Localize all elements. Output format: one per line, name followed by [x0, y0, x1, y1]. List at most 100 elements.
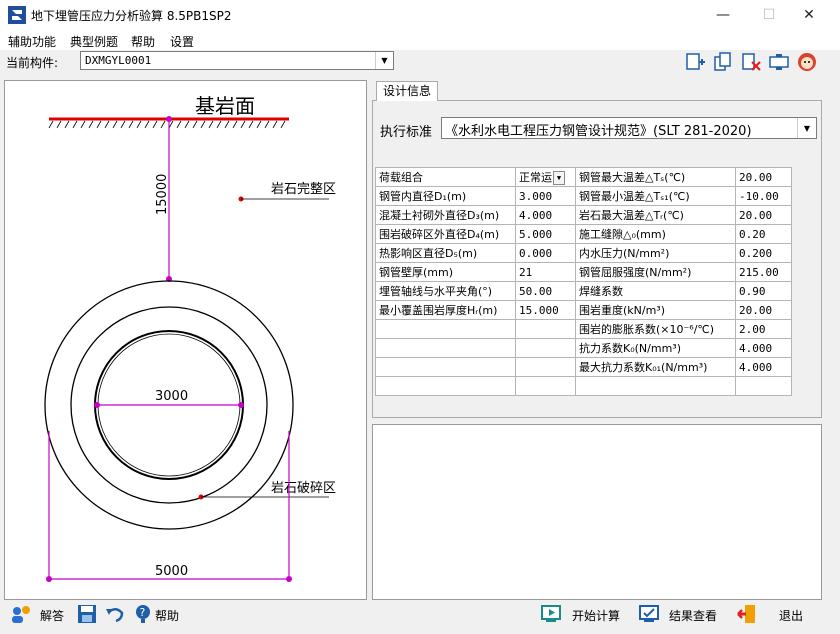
- current-component-value: DXMGYL0001: [85, 54, 152, 67]
- param-label: 热影响区直径D₅(m): [375, 243, 516, 263]
- param-value-input[interactable]: 4.000: [735, 357, 792, 377]
- param-value-input[interactable]: 20.00: [735, 167, 792, 187]
- param-value-input[interactable]: [515, 357, 576, 377]
- param-value-input[interactable]: 215.00: [735, 262, 792, 282]
- param-label: 钢管屈服强度(N/mm²): [575, 262, 736, 282]
- current-component-select[interactable]: DXMGYL0001 ▼: [80, 51, 394, 70]
- param-value-input-text: 215.00: [739, 265, 779, 279]
- param-value-input[interactable]: [515, 338, 576, 358]
- param-label: 钢管最大温差△Tₛ(℃): [575, 167, 736, 187]
- minimize-button[interactable]: —: [700, 0, 746, 30]
- delete-file-icon[interactable]: [740, 52, 762, 72]
- param-label-text: 热影响区直径D₅(m): [379, 247, 478, 260]
- param-value-input[interactable]: 0.200: [735, 243, 792, 263]
- outer-diameter-label: 5000: [155, 564, 188, 579]
- param-value-input[interactable]: 15.000: [515, 300, 576, 320]
- help-icon[interactable]: ?: [132, 603, 154, 625]
- param-value-input[interactable]: [515, 376, 576, 396]
- table-row: [375, 376, 792, 396]
- view-results-icon[interactable]: [638, 603, 660, 625]
- param-value-input-text: 2.00: [739, 322, 766, 336]
- menu-help[interactable]: 帮助: [131, 33, 155, 50]
- param-value-input-text: 4.000: [739, 360, 773, 374]
- param-value-input[interactable]: 4.000: [515, 205, 576, 225]
- param-value-input-text: 20.00: [739, 170, 773, 184]
- menu-assist[interactable]: 辅助功能: [8, 33, 56, 50]
- param-value-input[interactable]: 0.90: [735, 281, 792, 301]
- copy-icon[interactable]: [712, 52, 734, 72]
- param-label: [375, 319, 516, 339]
- standard-select[interactable]: 《水利水电工程压力钢管设计规范》(SLT 281-2020) ▼: [441, 117, 817, 139]
- standard-label: 执行标准: [380, 125, 433, 140]
- new-file-icon[interactable]: [684, 52, 706, 72]
- answer-icon[interactable]: [10, 603, 32, 625]
- undo-icon[interactable]: [104, 603, 126, 625]
- param-value-input[interactable]: 正常运 ▼: [515, 167, 576, 187]
- export-icon[interactable]: [768, 52, 790, 72]
- param-value-input-text: 0.20: [739, 227, 766, 241]
- tab-design-info[interactable]: 设计信息: [376, 81, 438, 101]
- param-value-input-text: 3.000: [519, 189, 553, 203]
- exit-icon[interactable]: [736, 603, 758, 625]
- exit-button[interactable]: 退出: [779, 607, 803, 624]
- fractured-rock-label: 岩石破碎区: [271, 481, 336, 496]
- param-label: 焊缝系数: [575, 281, 736, 301]
- close-button[interactable]: ✕: [786, 0, 832, 30]
- help-button[interactable]: 帮助: [155, 607, 179, 624]
- table-row: 混凝土衬砌外直径D₃(m) 4.000 岩石最大温差△Tᵣ(℃) 20.00: [375, 205, 792, 225]
- save-icon[interactable]: [76, 603, 98, 625]
- table-row: 钢管内直径D₁(m) 3.000 钢管最小温差△Tₛ₁(℃) -10.00: [375, 186, 792, 206]
- param-label: 钢管内直径D₁(m): [375, 186, 516, 206]
- param-value-input-text: 4.000: [739, 341, 773, 355]
- intact-rock-label: 岩石完整区: [271, 182, 336, 197]
- table-row: 最小覆盖围岩厚度Hᵣ(m) 15.000 围岩重度(kN/m³) 20.00: [375, 300, 792, 320]
- param-label-text: 岩石最大温差△Tᵣ(℃): [579, 209, 684, 222]
- param-value-input[interactable]: 50.00: [515, 281, 576, 301]
- avatar-icon[interactable]: [796, 52, 818, 72]
- param-value-input[interactable]: [735, 376, 792, 396]
- table-row: 抗力系数K₀(N/mm³) 4.000: [375, 338, 792, 358]
- minimize-icon: —: [716, 7, 730, 23]
- param-label-text: 施工缝隙△₀(mm): [579, 228, 666, 241]
- param-value-input[interactable]: 0.20: [735, 224, 792, 244]
- answer-button[interactable]: 解答: [40, 607, 64, 624]
- param-value-input[interactable]: 20.00: [735, 300, 792, 320]
- param-value-input[interactable]: 5.000: [515, 224, 576, 244]
- param-label: 混凝土衬砌外直径D₃(m): [375, 205, 516, 225]
- table-row: 围岩的膨胀系数(×10⁻⁶/℃) 2.00: [375, 319, 792, 339]
- param-value-input[interactable]: 20.00: [735, 205, 792, 225]
- bedrock-label: 基岩面: [195, 94, 255, 118]
- param-value-input[interactable]: -10.00: [735, 186, 792, 206]
- param-value-input-text: 15.000: [519, 303, 559, 317]
- chevron-down-icon[interactable]: ▼: [553, 171, 565, 185]
- param-label: 围岩破碎区外直径D₄(m): [375, 224, 516, 244]
- table-row: 钢管壁厚(mm) 21 钢管屈服强度(N/mm²) 215.00: [375, 262, 792, 282]
- start-calc-icon[interactable]: [540, 603, 562, 625]
- param-label: 埋管轴线与水平夹角(°): [375, 281, 516, 301]
- param-value-input-text: 0.90: [739, 284, 766, 298]
- param-label-text: 内水压力(N/mm²): [579, 247, 670, 260]
- param-value-input[interactable]: 2.00: [735, 319, 792, 339]
- output-text-area[interactable]: [372, 424, 822, 600]
- menu-examples[interactable]: 典型例题: [70, 33, 118, 50]
- param-label-text: 围岩重度(kN/m³): [579, 304, 666, 317]
- param-value-input[interactable]: 21: [515, 262, 576, 282]
- param-value-input[interactable]: 4.000: [735, 338, 792, 358]
- param-label: 内水压力(N/mm²): [575, 243, 736, 263]
- param-value-input[interactable]: 0.000: [515, 243, 576, 263]
- table-row: 荷载组合 正常运 ▼ 钢管最大温差△Tₛ(℃) 20.00: [375, 167, 792, 187]
- param-value-input[interactable]: 3.000: [515, 186, 576, 206]
- menu-settings[interactable]: 设置: [170, 33, 194, 50]
- param-value-input[interactable]: [515, 319, 576, 339]
- param-label: 荷载组合: [375, 167, 516, 187]
- chevron-down-icon[interactable]: ▼: [797, 118, 816, 138]
- param-label-text: 钢管壁厚(mm): [379, 266, 454, 279]
- close-icon: ✕: [803, 7, 815, 23]
- pipe-section-drawing: 基岩面 15000 岩石完整区 3000 岩石破碎区 5000: [44, 94, 336, 582]
- chevron-down-icon[interactable]: ▼: [375, 52, 393, 69]
- param-label-text: 焊缝系数: [579, 285, 623, 298]
- start-calc-button[interactable]: 开始计算: [572, 607, 620, 624]
- view-results-button[interactable]: 结果查看: [669, 607, 717, 624]
- param-label-text: 最大抗力系数K₀₁(N/mm³): [579, 361, 708, 374]
- param-label-text: 围岩的膨胀系数(×10⁻⁶/℃): [579, 323, 715, 336]
